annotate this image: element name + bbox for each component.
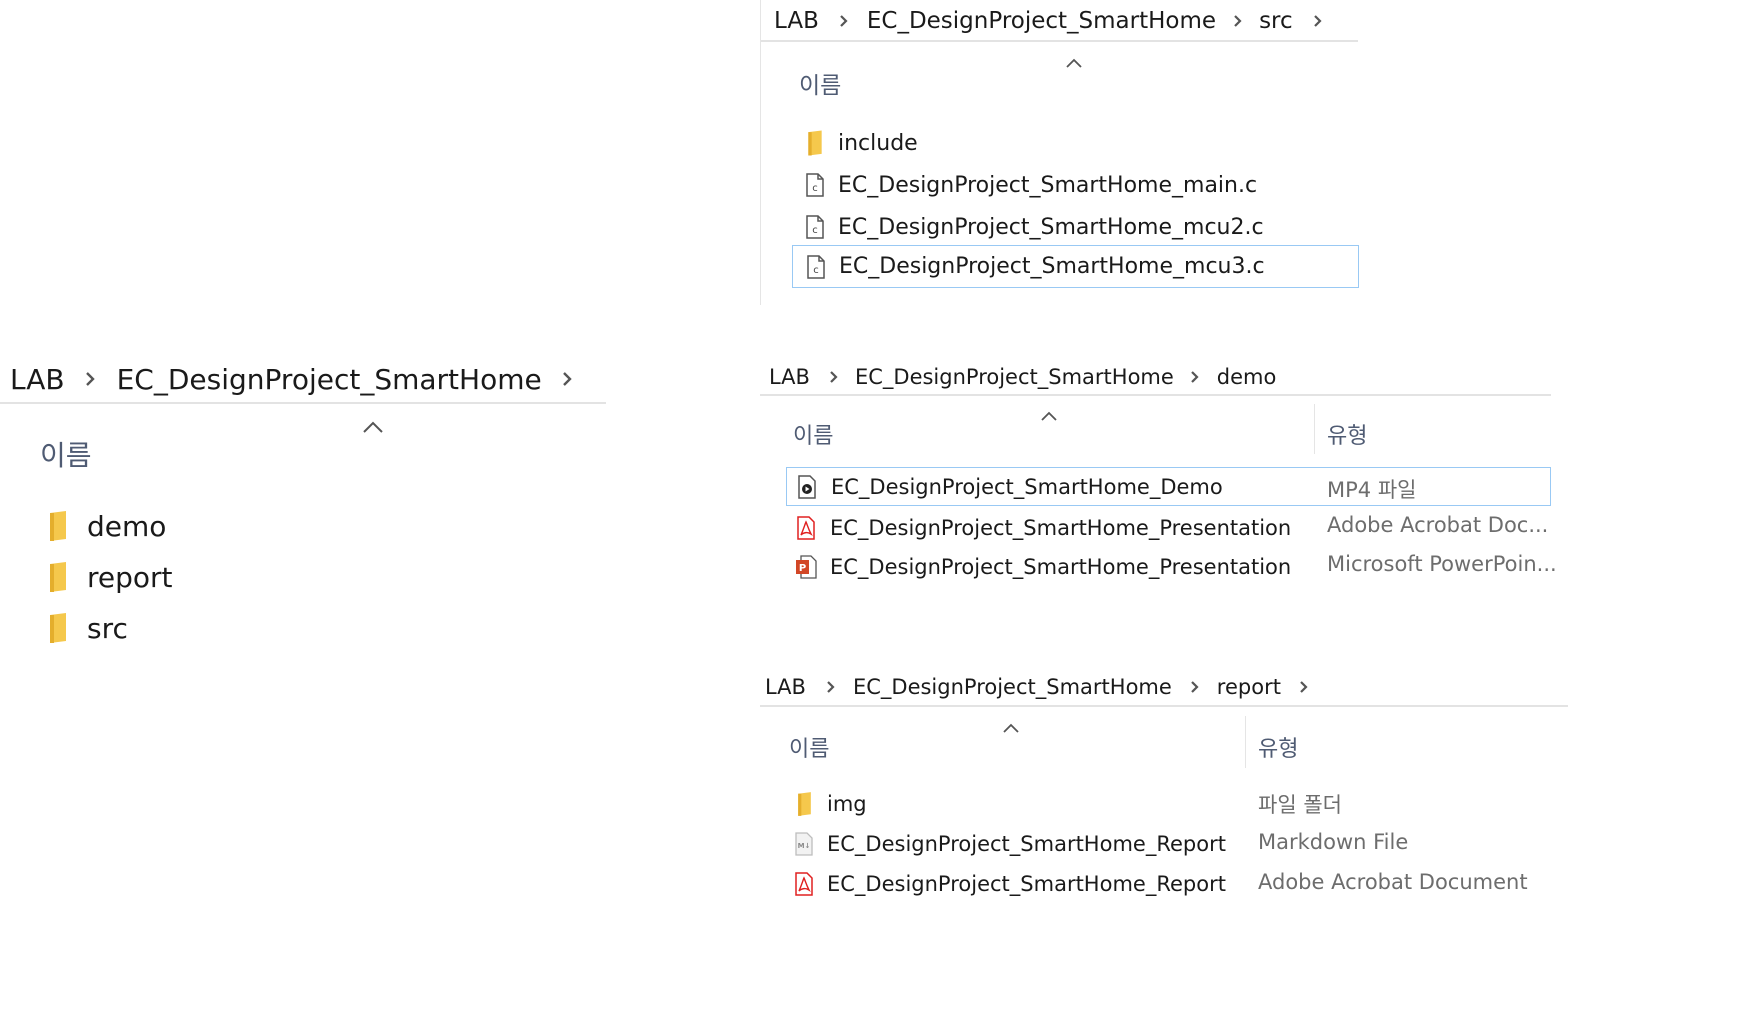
breadcrumb-item-src[interactable]: src — [1259, 8, 1293, 34]
list-item-markdown[interactable]: M↓ EC_DesignProject_SmartHome_Report — [793, 826, 1226, 862]
powerpoint-file-icon: P — [795, 555, 817, 579]
c-file-icon: c — [805, 254, 827, 279]
sort-ascending-icon[interactable] — [1041, 406, 1057, 425]
divider — [761, 40, 1358, 42]
list-item-pdf[interactable]: EC_DesignProject_SmartHome_Report — [793, 866, 1226, 902]
pdf-file-icon — [793, 872, 815, 896]
folder-icon — [44, 613, 72, 643]
breadcrumb-item-project[interactable]: EC_DesignProject_SmartHome — [867, 8, 1216, 34]
chevron-right-icon[interactable] — [1313, 14, 1322, 28]
file-name: EC_DesignProject_SmartHome_Presentation — [830, 555, 1292, 579]
chevron-right-icon[interactable] — [1190, 370, 1199, 384]
column-header-name[interactable]: 이름 — [793, 418, 833, 450]
file-name: EC_DesignProject_SmartHome_Report — [827, 832, 1226, 856]
folder-icon — [804, 130, 826, 156]
folder-icon — [793, 792, 815, 816]
breadcrumb-item-project[interactable]: EC_DesignProject_SmartHome — [855, 365, 1174, 389]
file-type: Adobe Acrobat Document — [1258, 870, 1528, 894]
folder-icon — [44, 511, 72, 541]
breadcrumb-item-project[interactable]: EC_DesignProject_SmartHome — [853, 675, 1172, 699]
column-header-name[interactable]: 이름 — [799, 66, 841, 100]
column-divider[interactable] — [1314, 404, 1315, 454]
file-name: include — [838, 130, 918, 156]
file-name: EC_DesignProject_SmartHome_Presentation — [830, 516, 1292, 540]
svg-text:M↓: M↓ — [798, 842, 811, 850]
chevron-right-icon[interactable] — [1299, 680, 1308, 694]
breadcrumb-item-lab[interactable]: LAB — [774, 8, 819, 34]
file-type: Adobe Acrobat Doc... — [1327, 513, 1549, 537]
breadcrumb: LAB EC_DesignProject_SmartHome src — [774, 4, 1322, 38]
breadcrumb: LAB EC_DesignProject_SmartHome report — [765, 672, 1308, 702]
list-item-c-file-selected[interactable]: c EC_DesignProject_SmartHome_mcu3.c — [792, 245, 1359, 288]
file-type: Microsoft PowerPoin... — [1327, 552, 1557, 576]
chevron-right-icon[interactable] — [829, 370, 838, 384]
file-name: EC_DesignProject_SmartHome_Demo — [831, 474, 1223, 499]
column-divider[interactable] — [1245, 716, 1246, 768]
list-item-powerpoint[interactable]: P EC_DesignProject_SmartHome_Presentatio… — [795, 549, 1291, 585]
breadcrumb-item-demo[interactable]: demo — [1217, 365, 1277, 389]
list-item-demo[interactable]: demo — [44, 506, 166, 546]
file-name: report — [87, 560, 173, 594]
sort-ascending-icon[interactable] — [363, 418, 383, 437]
svg-text:P: P — [799, 563, 806, 574]
file-type: 파일 폴더 — [1258, 793, 1342, 817]
folder-icon — [44, 562, 72, 592]
file-name: EC_DesignProject_SmartHome_Report — [827, 872, 1226, 896]
file-name: src — [87, 611, 128, 645]
svg-text:c: c — [812, 225, 818, 236]
divider — [0, 402, 606, 404]
file-type: MP4 파일 — [1327, 478, 1417, 502]
breadcrumb-item-lab[interactable]: LAB — [769, 365, 810, 389]
breadcrumb: LAB EC_DesignProject_SmartHome — [10, 360, 572, 398]
file-name: EC_DesignProject_SmartHome_mcu3.c — [839, 254, 1265, 279]
list-item-src[interactable]: src — [44, 608, 128, 648]
sort-ascending-icon[interactable] — [1066, 53, 1082, 72]
divider — [760, 705, 1568, 707]
chevron-right-icon[interactable] — [826, 680, 835, 694]
list-item-report[interactable]: report — [44, 557, 173, 597]
breadcrumb: LAB EC_DesignProject_SmartHome demo — [769, 362, 1276, 392]
chevron-right-icon[interactable] — [562, 371, 572, 387]
column-header-name[interactable]: 이름 — [789, 731, 829, 763]
c-file-icon: c — [804, 173, 826, 197]
list-item-c-file[interactable]: c EC_DesignProject_SmartHome_main.c — [804, 168, 1257, 202]
file-name: EC_DesignProject_SmartHome_main.c — [838, 172, 1258, 198]
file-type: Markdown File — [1258, 830, 1409, 854]
chevron-right-icon[interactable] — [839, 14, 848, 28]
svg-text:c: c — [813, 265, 819, 276]
chevron-right-icon[interactable] — [1190, 680, 1199, 694]
pdf-file-icon — [795, 516, 817, 540]
list-item-include[interactable]: include — [804, 126, 918, 160]
c-file-icon: c — [804, 215, 826, 239]
list-item-c-file[interactable]: c EC_DesignProject_SmartHome_mcu2.c — [804, 210, 1264, 244]
file-name: demo — [87, 509, 167, 543]
breadcrumb-item-lab[interactable]: LAB — [10, 363, 65, 396]
list-item-video-selected[interactable]: EC_DesignProject_SmartHome_Demo — [786, 467, 1551, 506]
video-file-icon — [796, 474, 818, 499]
list-item-img[interactable]: img — [793, 786, 867, 822]
chevron-right-icon[interactable] — [85, 371, 95, 387]
column-header-type[interactable]: 유형 — [1327, 418, 1367, 450]
column-header-name[interactable]: 이름 — [40, 434, 92, 474]
markdown-file-icon: M↓ — [793, 832, 815, 856]
breadcrumb-item-project[interactable]: EC_DesignProject_SmartHome — [117, 363, 542, 396]
list-item-pdf[interactable]: EC_DesignProject_SmartHome_Presentation — [795, 510, 1291, 546]
divider — [760, 394, 1551, 396]
breadcrumb-item-lab[interactable]: LAB — [765, 675, 806, 699]
file-name: img — [827, 792, 867, 816]
breadcrumb-item-report[interactable]: report — [1217, 675, 1281, 699]
chevron-right-icon[interactable] — [1233, 14, 1242, 28]
divider — [760, 0, 761, 305]
svg-text:c: c — [812, 183, 818, 194]
column-header-type[interactable]: 유형 — [1258, 731, 1298, 763]
file-name: EC_DesignProject_SmartHome_mcu2.c — [838, 214, 1264, 240]
sort-ascending-icon[interactable] — [1003, 718, 1019, 737]
